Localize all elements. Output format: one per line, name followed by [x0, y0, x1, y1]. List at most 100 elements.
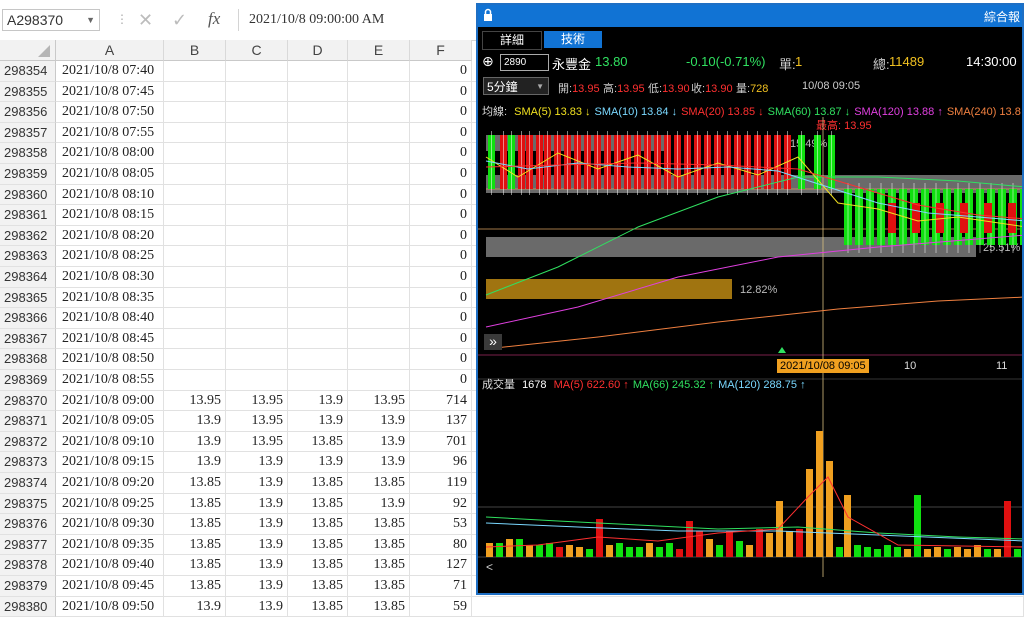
row-number[interactable]: 298365 [0, 287, 56, 309]
cell-c[interactable] [226, 143, 288, 164]
cell-e[interactable]: 13.9 [348, 452, 410, 473]
cell-a[interactable]: 2021/10/8 08:30 [56, 267, 164, 288]
cell-c[interactable] [226, 349, 288, 370]
cell-d[interactable] [288, 267, 348, 288]
formula-input[interactable]: 2021/10/8 09:00:00 AM [238, 9, 487, 31]
cell-d[interactable] [288, 122, 348, 144]
cell-b[interactable] [164, 287, 226, 309]
cell-d[interactable] [288, 143, 348, 164]
cell-c[interactable] [226, 122, 288, 144]
cell-b[interactable]: 13.9 [164, 596, 226, 617]
cell-e[interactable]: 13.85 [348, 555, 410, 576]
cell-d[interactable] [288, 102, 348, 123]
cell-e[interactable] [348, 287, 410, 309]
cell-b[interactable] [164, 143, 226, 164]
enter-icon[interactable]: ✓ [172, 9, 187, 31]
cell-b[interactable] [164, 370, 226, 391]
insert-function-icon[interactable]: fx [208, 9, 220, 29]
cell-c[interactable]: 13.9 [226, 534, 288, 556]
cell-e[interactable] [348, 205, 410, 226]
cell-d[interactable]: 13.85 [288, 555, 348, 576]
cell-c[interactable]: 13.95 [226, 390, 288, 412]
cell-e[interactable]: 13.85 [348, 514, 410, 535]
cell-b[interactable]: 13.9 [164, 452, 226, 473]
stock-title-bar[interactable]: 綜合報 [478, 5, 1022, 27]
cell-a[interactable]: 2021/10/8 08:45 [56, 328, 164, 350]
cell-c[interactable] [226, 370, 288, 391]
cell-d[interactable]: 13.85 [288, 514, 348, 535]
cell-c[interactable]: 13.95 [226, 411, 288, 432]
cell-f[interactable]: 701 [410, 431, 472, 453]
cell-e[interactable]: 13.85 [348, 534, 410, 556]
cell-f[interactable]: 0 [410, 246, 472, 267]
row-number[interactable]: 298380 [0, 596, 56, 617]
cell-d[interactable] [288, 328, 348, 350]
tab-technical[interactable]: 技術 [544, 31, 602, 48]
row-number[interactable]: 298376 [0, 514, 56, 535]
cell-d[interactable]: 13.85 [288, 431, 348, 453]
cell-f[interactable]: 137 [410, 411, 472, 432]
cell-f[interactable]: 0 [410, 225, 472, 247]
cell-b[interactable]: 13.85 [164, 555, 226, 576]
row-number[interactable]: 298356 [0, 102, 56, 123]
cell-a[interactable]: 2021/10/8 09:25 [56, 493, 164, 515]
cell-c[interactable] [226, 225, 288, 247]
cell-d[interactable] [288, 205, 348, 226]
cell-c[interactable] [226, 287, 288, 309]
row-number[interactable]: 298368 [0, 349, 56, 370]
cell-f[interactable]: 714 [410, 390, 472, 412]
cell-c[interactable] [226, 267, 288, 288]
row-number[interactable]: 298369 [0, 370, 56, 391]
cell-a[interactable]: 2021/10/8 08:10 [56, 184, 164, 206]
row-number[interactable]: 298374 [0, 473, 56, 494]
row-number[interactable]: 298360 [0, 184, 56, 206]
cell-b[interactable]: 13.85 [164, 576, 226, 597]
cell-e[interactable] [348, 61, 410, 82]
column-header-b[interactable]: B [164, 40, 226, 61]
cell-b[interactable]: 13.9 [164, 431, 226, 453]
period-select[interactable]: 5分鐘 ▼ [483, 77, 549, 95]
cell-b[interactable] [164, 81, 226, 103]
cell-e[interactable]: 13.85 [348, 473, 410, 494]
cell-b[interactable]: 13.85 [164, 534, 226, 556]
cell-b[interactable] [164, 308, 226, 329]
cell-d[interactable] [288, 184, 348, 206]
cell-a[interactable]: 2021/10/8 09:10 [56, 431, 164, 453]
cell-f[interactable]: 53 [410, 514, 472, 535]
cell-f[interactable]: 0 [410, 81, 472, 103]
row-number[interactable]: 298375 [0, 493, 56, 515]
cell-e[interactable]: 13.9 [348, 431, 410, 453]
cell-a[interactable]: 2021/10/8 09:30 [56, 514, 164, 535]
cell-c[interactable]: 13.9 [226, 514, 288, 535]
cell-b[interactable]: 13.85 [164, 493, 226, 515]
cell-d[interactable]: 13.85 [288, 596, 348, 617]
cell-b[interactable] [164, 122, 226, 144]
cell-f[interactable]: 71 [410, 576, 472, 597]
cell-a[interactable]: 2021/10/8 08:20 [56, 225, 164, 247]
cell-f[interactable]: 119 [410, 473, 472, 494]
cell-b[interactable] [164, 205, 226, 226]
column-header-d[interactable]: D [288, 40, 348, 61]
cell-b[interactable]: 13.9 [164, 411, 226, 432]
cell-d[interactable] [288, 308, 348, 329]
cell-e[interactable]: 13.95 [348, 390, 410, 412]
row-number[interactable]: 298364 [0, 267, 56, 288]
cell-a[interactable]: 2021/10/8 08:00 [56, 143, 164, 164]
column-header-e[interactable]: E [348, 40, 410, 61]
cell-f[interactable]: 0 [410, 287, 472, 309]
row-number[interactable]: 298358 [0, 143, 56, 164]
row-number[interactable]: 298367 [0, 328, 56, 350]
row-number[interactable]: 298362 [0, 225, 56, 247]
cell-e[interactable] [348, 328, 410, 350]
cell-e[interactable]: 13.85 [348, 576, 410, 597]
cell-f[interactable]: 0 [410, 61, 472, 82]
cell-e[interactable] [348, 122, 410, 144]
cell-b[interactable] [164, 246, 226, 267]
cell-f[interactable]: 0 [410, 205, 472, 226]
row-number[interactable]: 298355 [0, 81, 56, 103]
cell-d[interactable] [288, 246, 348, 267]
cell-d[interactable]: 13.9 [288, 390, 348, 412]
cell-f[interactable]: 0 [410, 267, 472, 288]
cell-e[interactable] [348, 267, 410, 288]
cell-a[interactable]: 2021/10/8 09:15 [56, 452, 164, 473]
